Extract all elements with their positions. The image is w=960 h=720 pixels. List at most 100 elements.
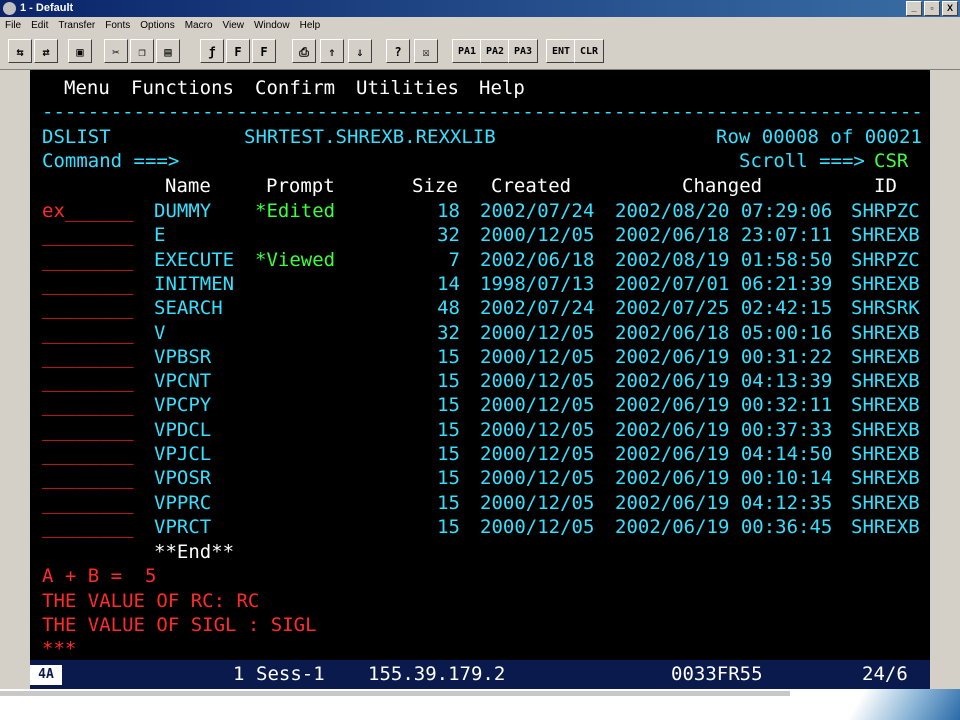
header-created: Created (491, 175, 572, 197)
line-command-field[interactable]: ________ (42, 491, 134, 515)
line-command-field[interactable]: ________ (42, 321, 134, 345)
session-number: 1 (233, 663, 245, 685)
copy-icon[interactable]: ❐ (130, 39, 154, 63)
member-size: 15 (437, 491, 460, 514)
member-row[interactable]: ________ SEARCH 48 2002/07/24 2002/07/25 02:… (30, 296, 930, 320)
clear-button[interactable]: CLR (574, 39, 604, 63)
panel-menu-confirm[interactable]: Confirm (255, 76, 335, 100)
member-name[interactable]: SEARCH (154, 296, 223, 320)
help-icon[interactable]: ? (386, 39, 410, 63)
paste-icon[interactable]: ▤ (156, 39, 180, 63)
panel-menu-help[interactable]: Help (479, 76, 525, 100)
member-name[interactable]: EXECUTE (154, 248, 234, 272)
member-size: 15 (437, 515, 460, 538)
menu-fonts[interactable]: Fonts (100, 17, 135, 35)
header-id: ID (874, 175, 897, 197)
member-row[interactable]: ________ E 32 2000/12/05 2002/06/18 23:07:11… (30, 223, 930, 247)
line-command-field[interactable]: ________ (42, 272, 134, 296)
member-name[interactable]: INITMEN (154, 272, 234, 296)
line-command-field[interactable]: ________ (42, 345, 134, 369)
line-command-field[interactable]: ________ (42, 515, 134, 539)
member-row[interactable]: ex______ DUMMY *Edited 18 2002/07/24 2002/08/… (30, 199, 930, 223)
cut-icon[interactable]: ✂ (104, 39, 128, 63)
member-name[interactable]: VPCNT (154, 369, 211, 393)
line-command-field[interactable]: ________ (42, 296, 134, 320)
upload-icon[interactable]: ⇑ (320, 39, 344, 63)
app-icon[interactable] (3, 2, 16, 15)
member-row[interactable]: ________ VPPRC 15 2000/12/05 2002/06/19 04:1… (30, 491, 930, 515)
member-name[interactable]: VPCPY (154, 393, 211, 417)
member-name[interactable]: VPRCT (154, 515, 211, 539)
panel-menu-functions[interactable]: Functions (131, 76, 234, 100)
member-size: 14 (437, 272, 460, 295)
member-name[interactable]: VPOSR (154, 466, 211, 490)
line-command-field[interactable]: ________ (42, 442, 134, 466)
restore-button[interactable]: ▫ (924, 1, 940, 16)
member-name[interactable]: VPJCL (154, 442, 211, 466)
font-icon[interactable]: F (226, 39, 250, 63)
member-row[interactable]: ________ EXECUTE *Viewed 7 2002/06/18 2002/08… (30, 248, 930, 272)
panel-menu-utilities[interactable]: Utilities (356, 76, 459, 100)
cancel-icon[interactable]: ☒ (414, 39, 438, 63)
member-id: SHREXB (851, 443, 920, 465)
command-label: Command ===> (42, 150, 180, 172)
member-row[interactable]: ________ VPDCL 15 2000/12/05 2002/06/19 00:3… (30, 418, 930, 442)
member-size: 32 (437, 224, 460, 247)
line-command-field[interactable]: ________ (42, 418, 134, 442)
menu-view[interactable]: View (218, 17, 250, 35)
member-id: SHRPZC (851, 200, 920, 222)
download-icon[interactable]: ⇓ (348, 39, 372, 63)
line-command-field[interactable]: ________ (42, 223, 134, 247)
member-created: 2002/06/18 (480, 248, 595, 271)
receive-icon[interactable]: ⇄ (34, 39, 58, 63)
line-command-field[interactable]: ________ (42, 393, 134, 417)
terminal-screen[interactable]: Menu Functions Confirm Utilities Help --… (30, 70, 930, 660)
member-name[interactable]: VPBSR (154, 345, 211, 369)
member-row[interactable]: ________ INITMEN 14 1998/07/13 2002/07/01 06… (30, 272, 930, 296)
line-command-field[interactable]: ________ (42, 369, 134, 393)
menu-window[interactable]: Window (249, 17, 295, 35)
enter-button[interactable]: ENT (546, 39, 576, 63)
menu-file[interactable]: File (0, 17, 26, 35)
pa3-button[interactable]: PA3 (508, 39, 538, 63)
close-button[interactable]: X (942, 1, 958, 16)
save-icon[interactable]: ▣ (68, 39, 92, 63)
panel-menu-menu[interactable]: Menu (64, 76, 110, 100)
member-row[interactable]: ________ VPCNT 15 2000/12/05 2002/06/19 04:1… (30, 369, 930, 393)
line-command-field[interactable]: ________ (42, 248, 134, 272)
member-name[interactable]: E (154, 223, 165, 247)
line-command-field[interactable]: ________ (42, 466, 134, 490)
font-smaller-icon[interactable]: ƒ (200, 39, 224, 63)
member-row[interactable]: ________ VPOSR 15 2000/12/05 2002/06/19 00:1… (30, 466, 930, 490)
line-command-field[interactable]: ex______ (42, 199, 134, 223)
header-changed: Changed (682, 175, 763, 197)
member-name[interactable]: VPPRC (154, 491, 211, 515)
member-created: 1998/07/13 (480, 272, 595, 295)
pa2-button[interactable]: PA2 (480, 39, 510, 63)
send-icon[interactable]: ⇆ (8, 39, 32, 63)
menu-edit[interactable]: Edit (26, 17, 53, 35)
member-row[interactable]: ________ VPJCL 15 2000/12/05 2002/06/19 04:1… (30, 442, 930, 466)
pa1-button[interactable]: PA1 (452, 39, 482, 63)
member-name[interactable]: V (154, 321, 165, 345)
member-name[interactable]: DUMMY (154, 199, 211, 223)
member-row[interactable]: ________ V 32 2000/12/05 2002/06/18 05:00:16… (30, 321, 930, 345)
member-row[interactable]: ________ VPBSR 15 2000/12/05 2002/06/19 00:3… (30, 345, 930, 369)
menu-macro[interactable]: Macro (180, 17, 218, 35)
minimize-button[interactable]: _ (906, 1, 922, 16)
member-changed: 2002/06/19 00:37:33 (615, 418, 833, 441)
member-changed: 2002/07/25 02:42:15 (615, 297, 833, 320)
member-row[interactable]: ________ VPRCT 15 2000/12/05 2002/06/19 00:3… (30, 515, 930, 539)
member-created: 2000/12/05 (480, 345, 595, 368)
member-created: 2002/07/24 (480, 297, 595, 320)
scroll-value[interactable]: CSR (874, 149, 908, 173)
member-row[interactable]: ________ VPCPY 15 2000/12/05 2002/06/19 00:3… (30, 393, 930, 417)
menu-help[interactable]: Help (295, 17, 326, 35)
member-id: SHRPZC (851, 248, 920, 271)
member-name[interactable]: VPDCL (154, 418, 211, 442)
print-icon[interactable]: ⎙ (292, 39, 316, 63)
menu-transfer[interactable]: Transfer (53, 17, 100, 35)
font-larger-icon[interactable]: F (252, 39, 276, 63)
host-ip: 155.39.179.2 (368, 663, 506, 685)
menu-options[interactable]: Options (135, 17, 179, 35)
